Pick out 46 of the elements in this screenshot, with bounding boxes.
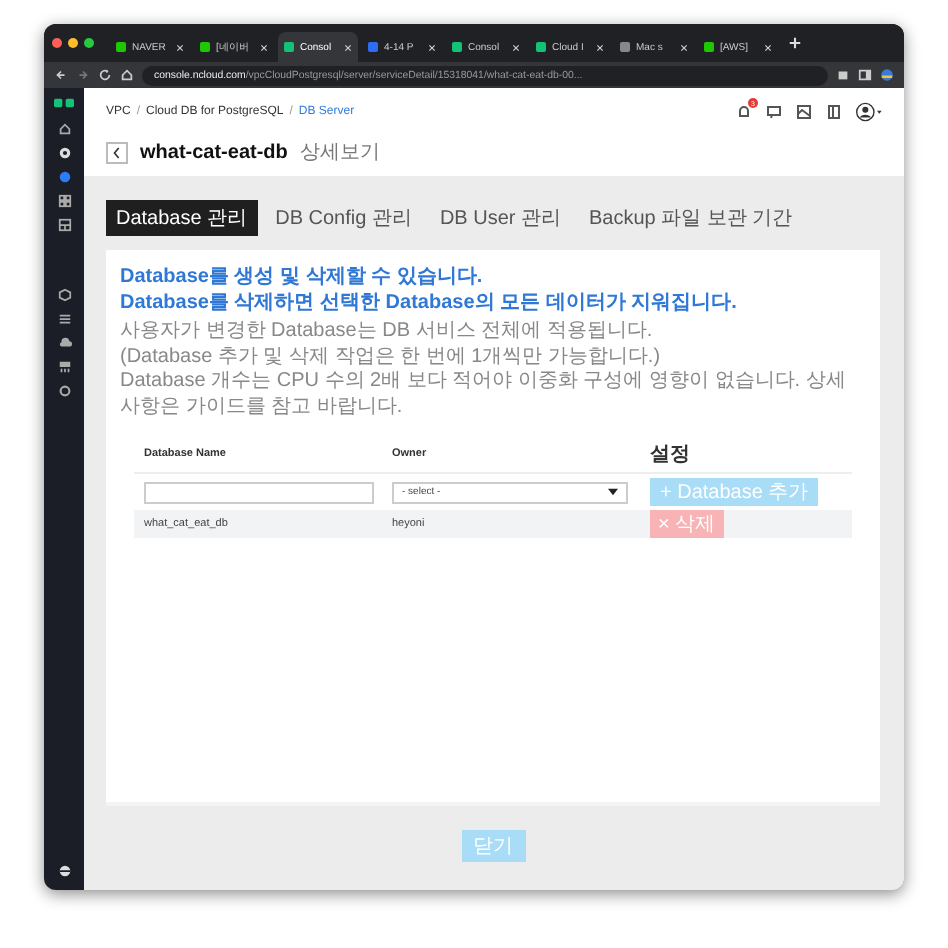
notice-text: Database를 삭제하면 선택한 Database의 모든 데이터가 지워집니다. — [120, 291, 739, 316]
user-avatar-icon[interactable] — [856, 102, 884, 122]
maximize-icon[interactable] — [84, 38, 94, 48]
minimize-icon[interactable] — [68, 38, 78, 48]
database-name-field[interactable] — [144, 481, 374, 503]
bell-icon[interactable] — [736, 104, 752, 120]
list-icon[interactable] — [57, 312, 71, 326]
page-subtitle: 상세보기 — [299, 140, 380, 166]
close-tab-icon[interactable] — [680, 43, 688, 51]
dashboard-icon[interactable] — [57, 218, 71, 232]
close-tab-icon[interactable] — [596, 43, 604, 51]
reload-icon[interactable] — [98, 68, 112, 82]
image-icon[interactable] — [796, 104, 812, 120]
note-text: Database 개수는 CPU 수의 2배 보다 적어야 이중화 구성에 영향이 없습니다. 상세 사항은 가이드를 참고 바랍니다. — [120, 370, 848, 420]
close-tab-icon[interactable] — [512, 43, 520, 51]
column-header: 설정 — [650, 442, 692, 468]
page-title: what-cat-eat-db — [140, 141, 288, 163]
logo-icon[interactable] — [54, 98, 74, 108]
chat-icon[interactable] — [766, 104, 782, 120]
grid-icon[interactable] — [57, 194, 71, 208]
close-tab-icon[interactable] — [260, 43, 268, 51]
note-text: (Database 추가 및 삭제 작업은 한 번에 1개씩만 가능합니다.) — [120, 345, 663, 370]
note-text: 사용자가 변경한 Database는 DB 서비스 전체에 적용됩니다. — [120, 320, 655, 345]
close-tab-icon[interactable] — [764, 43, 772, 51]
back-icon[interactable] — [54, 68, 68, 82]
profile-icon[interactable] — [880, 68, 894, 82]
tab[interactable]: Database 관리 — [106, 200, 258, 236]
back-button[interactable] — [106, 141, 128, 163]
extension-icon[interactable] — [836, 68, 850, 82]
vpc-icon[interactable] — [57, 170, 71, 184]
chevron-left-icon — [112, 145, 122, 159]
close-tab-icon[interactable] — [176, 43, 184, 51]
circle-icon[interactable] — [57, 146, 71, 160]
close-tab-icon[interactable] — [344, 43, 352, 51]
forward-icon[interactable] — [76, 68, 90, 82]
sidebar-icon[interactable] — [858, 68, 872, 82]
new-tab-icon[interactable] — [788, 36, 802, 50]
cloud-icon[interactable] — [57, 336, 71, 350]
close-tab-icon[interactable] — [428, 43, 436, 51]
notice-text: Database를 생성 및 삭제할 수 있습니다. — [120, 266, 485, 291]
close-icon[interactable] — [52, 38, 62, 48]
home-icon[interactable] — [57, 122, 71, 136]
dropdown-arrow-icon — [608, 488, 618, 496]
home-icon[interactable] — [120, 68, 134, 82]
globe-icon[interactable] — [57, 864, 71, 878]
cube-icon[interactable] — [57, 288, 71, 302]
